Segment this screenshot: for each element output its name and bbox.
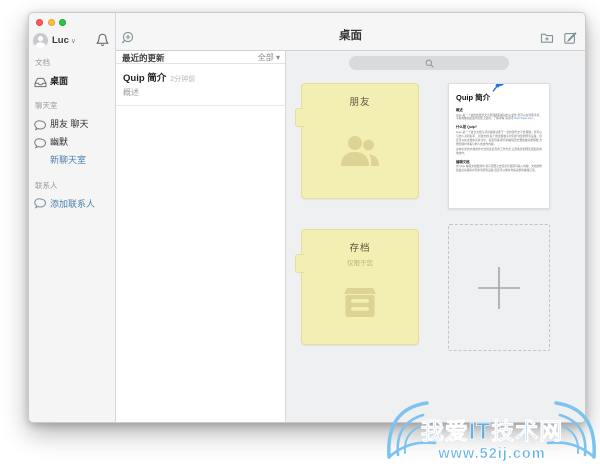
update-list-item[interactable]: Quip 简介 2分钟前 概述 bbox=[116, 64, 285, 106]
pushpin-icon bbox=[489, 84, 507, 95]
folder-name: 存档 bbox=[349, 243, 371, 254]
sidebar-item-desktop[interactable]: 桌面 bbox=[29, 71, 115, 89]
chat-bubble-icon bbox=[34, 136, 47, 149]
new-chat-room-link[interactable]: 新聊天室 bbox=[29, 150, 115, 169]
chat-bubble-icon bbox=[34, 118, 47, 131]
add-contact-bubble-icon bbox=[34, 198, 47, 209]
folder-archive[interactable]: 存档 仅限于您 bbox=[295, 229, 419, 345]
sidebar-section-documents: 文档 bbox=[35, 58, 50, 67]
update-item-title: Quip 简介 bbox=[123, 73, 167, 84]
quip-app-window: Luc ∨ 文档 桌面 聊天室 朋友 聊天 幽默 新聊天室 联系人 添加联系人 … bbox=[28, 12, 586, 423]
sidebar: Luc ∨ 文档 桌面 聊天室 朋友 聊天 幽默 新聊天室 联系人 添加联系人 bbox=[29, 13, 116, 422]
sidebar-section-contacts: 联系人 bbox=[35, 181, 58, 190]
notifications-bell-icon[interactable] bbox=[96, 33, 109, 47]
avatar bbox=[33, 32, 48, 48]
doc-heading-overview: 概述 bbox=[456, 108, 463, 112]
sidebar-section-chats: 聊天室 bbox=[35, 101, 58, 110]
doc-heading-edit: 编辑文档 bbox=[456, 159, 470, 164]
recent-updates-panel: 最近的更新 全部 ▾ Quip 简介 2分钟前 概述 bbox=[116, 51, 286, 422]
doc-paragraph: 用 Quip 编辑文档很简单,您只需要点击任意位置即可输入内容。文档的修改会自动… bbox=[456, 165, 542, 173]
folder-subtitle: 仅限于您 bbox=[347, 260, 373, 267]
toolbar: 桌面 bbox=[116, 13, 585, 51]
sidebar-item-label: 桌面 bbox=[50, 75, 69, 86]
watermark-url: www.52ij.com bbox=[437, 446, 545, 462]
sidebar-item-friends-chat[interactable]: 朋友 聊天 bbox=[29, 114, 115, 132]
doc-paragraph: 这种全新的文档协作方式将改变您的工作方式,让您和您的团队更加高效地协作。 bbox=[456, 147, 542, 155]
sidebar-item-label: 朋友 聊天 bbox=[50, 118, 89, 129]
search-input[interactable] bbox=[349, 56, 509, 70]
add-contact-label: 添加联系人 bbox=[50, 199, 96, 209]
sidebar-item-humor[interactable]: 幽默 bbox=[29, 132, 115, 150]
zoom-window-button[interactable] bbox=[59, 19, 66, 26]
updates-filter-dropdown[interactable]: 全部 ▾ bbox=[258, 52, 280, 63]
inbox-tray-icon bbox=[34, 75, 47, 87]
update-item-subtitle: 概述 bbox=[123, 88, 139, 97]
user-menu[interactable]: Luc ∨ bbox=[33, 32, 111, 48]
document-card-quip-intro[interactable]: Quip 简介 概述 Quip 是一个协作的现代文字处理器和移动办公套件,您可以… bbox=[448, 83, 550, 209]
doc-paragraph: Quip 是一个集合文档与消息编辑功能于一身的现代文字处理器。您可以与他人共同起… bbox=[456, 130, 542, 146]
user-name: Luc bbox=[52, 34, 69, 46]
caret-down-icon: ▾ bbox=[275, 53, 280, 62]
close-window-button[interactable] bbox=[36, 19, 43, 26]
new-folder-button[interactable] bbox=[540, 31, 554, 45]
doc-paragraph: Quip 是一个协作的现代文字处理器和移动办公套件,您可以在智能手机、平板电脑和… bbox=[456, 113, 542, 121]
window-controls bbox=[36, 19, 66, 26]
page-title: 桌面 bbox=[339, 30, 362, 42]
doc-heading-what-is-quip: 什么是 Quip? bbox=[456, 125, 477, 130]
sidebar-item-label: 幽默 bbox=[50, 136, 69, 147]
desktop-main-area: 朋友 Quip 简介 概述 Quip 是一个协作的现代文字处理器和移动办公套件,… bbox=[286, 51, 585, 422]
sidebar-nav: 文档 桌面 聊天室 朋友 聊天 幽默 新聊天室 联系人 添加联系人 bbox=[29, 53, 115, 213]
updates-header: 最近的更新 全部 ▾ bbox=[116, 51, 285, 64]
update-item-timestamp: 2分钟前 bbox=[170, 76, 196, 83]
new-document-card[interactable] bbox=[448, 224, 550, 351]
people-icon bbox=[302, 132, 418, 172]
add-contact-link[interactable]: 添加联系人 bbox=[29, 194, 115, 213]
search-icon bbox=[425, 59, 434, 68]
plus-icon bbox=[478, 266, 520, 309]
compose-document-button[interactable] bbox=[563, 31, 577, 45]
folder-friends[interactable]: 朋友 bbox=[295, 83, 419, 199]
minimize-window-button[interactable] bbox=[47, 19, 55, 26]
folder-name: 朋友 bbox=[349, 97, 371, 108]
updates-header-title: 最近的更新 bbox=[122, 52, 165, 63]
archive-icon bbox=[302, 282, 418, 320]
chevron-down-icon: ∨ bbox=[70, 38, 77, 45]
quip-link[interactable]: https://quip.com 。 bbox=[514, 117, 536, 120]
